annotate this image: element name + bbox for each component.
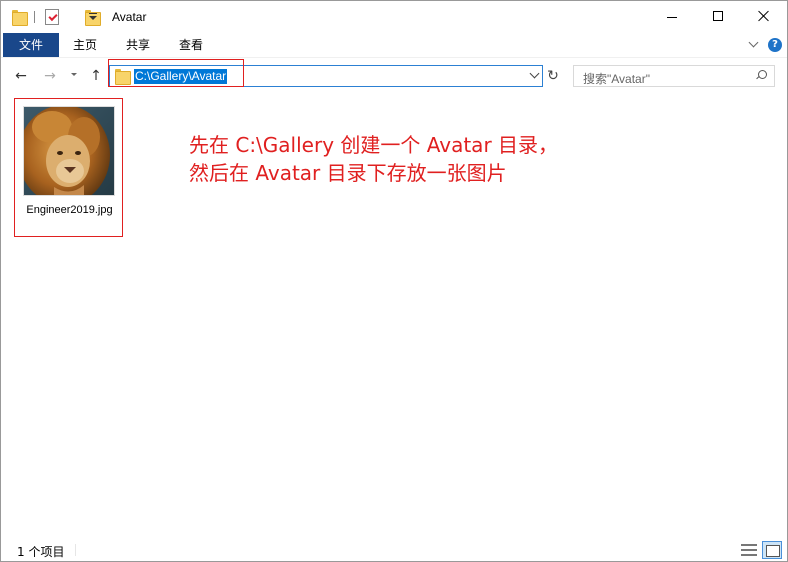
help-icon[interactable]: ?: [768, 38, 782, 52]
annotation-text: 先在 C:\Gallery 创建一个 Avatar 目录， 然后在 Avatar…: [189, 131, 558, 187]
properties-icon[interactable]: [45, 9, 59, 25]
annotation-line: 先在 C:\Gallery 创建一个 Avatar 目录，: [189, 133, 559, 157]
annotation-line: 然后在 Avatar 目录下存放一张图片: [189, 161, 507, 185]
search-icon[interactable]: [755, 70, 767, 82]
quick-access-divider: [34, 11, 35, 23]
details-line: [741, 554, 757, 556]
maximize-icon: [713, 11, 723, 21]
tab-share[interactable]: 共享: [114, 33, 162, 57]
details-line: [741, 549, 757, 551]
minimize-button[interactable]: [649, 1, 695, 33]
recent-locations-icon[interactable]: [68, 68, 80, 84]
address-dropdown-icon[interactable]: [529, 70, 541, 82]
details-line: [741, 544, 757, 546]
search-input[interactable]: 搜索"Avatar": [573, 65, 775, 87]
tab-file[interactable]: 文件: [3, 33, 59, 57]
large-icons-view-icon[interactable]: [762, 541, 782, 559]
expand-ribbon-icon[interactable]: [748, 38, 760, 50]
back-arrow-icon[interactable]: ←: [13, 68, 29, 84]
file-name[interactable]: Engineer2019.jpg: [15, 202, 124, 218]
item-count: 1 个项目: [17, 545, 65, 559]
status-bar: 1 个项目: [1, 539, 787, 561]
tab-view[interactable]: 查看: [167, 33, 215, 57]
file-item[interactable]: Engineer2019.jpg: [14, 98, 123, 237]
close-icon: [758, 10, 770, 22]
title-bar: Avatar: [1, 1, 787, 33]
lion-thumbnail-icon: [23, 106, 115, 196]
search-placeholder: 搜索"Avatar": [583, 72, 650, 86]
window-title: Avatar: [112, 10, 147, 24]
forward-arrow-icon[interactable]: →: [42, 68, 58, 84]
address-highlight-box: [108, 59, 244, 87]
status-divider: [75, 544, 76, 556]
up-arrow-icon[interactable]: ↑: [88, 68, 104, 84]
tab-home[interactable]: 主页: [61, 33, 109, 57]
ribbon-tabs: 文件 主页 共享 查看 ?: [1, 33, 787, 57]
quick-access-dropdown-icon[interactable]: [88, 10, 98, 22]
minimize-icon: [667, 17, 677, 18]
explorer-window: Avatar 文件 主页 共享 查看 ? ← → ↑ C:\Gallery\Av…: [0, 0, 788, 562]
folder-icon[interactable]: [12, 10, 28, 26]
maximize-button[interactable]: [695, 1, 741, 33]
lion-image: [24, 107, 114, 195]
details-view-icon[interactable]: [741, 543, 757, 557]
refresh-icon[interactable]: ↻: [544, 65, 562, 87]
close-button[interactable]: [741, 1, 787, 33]
